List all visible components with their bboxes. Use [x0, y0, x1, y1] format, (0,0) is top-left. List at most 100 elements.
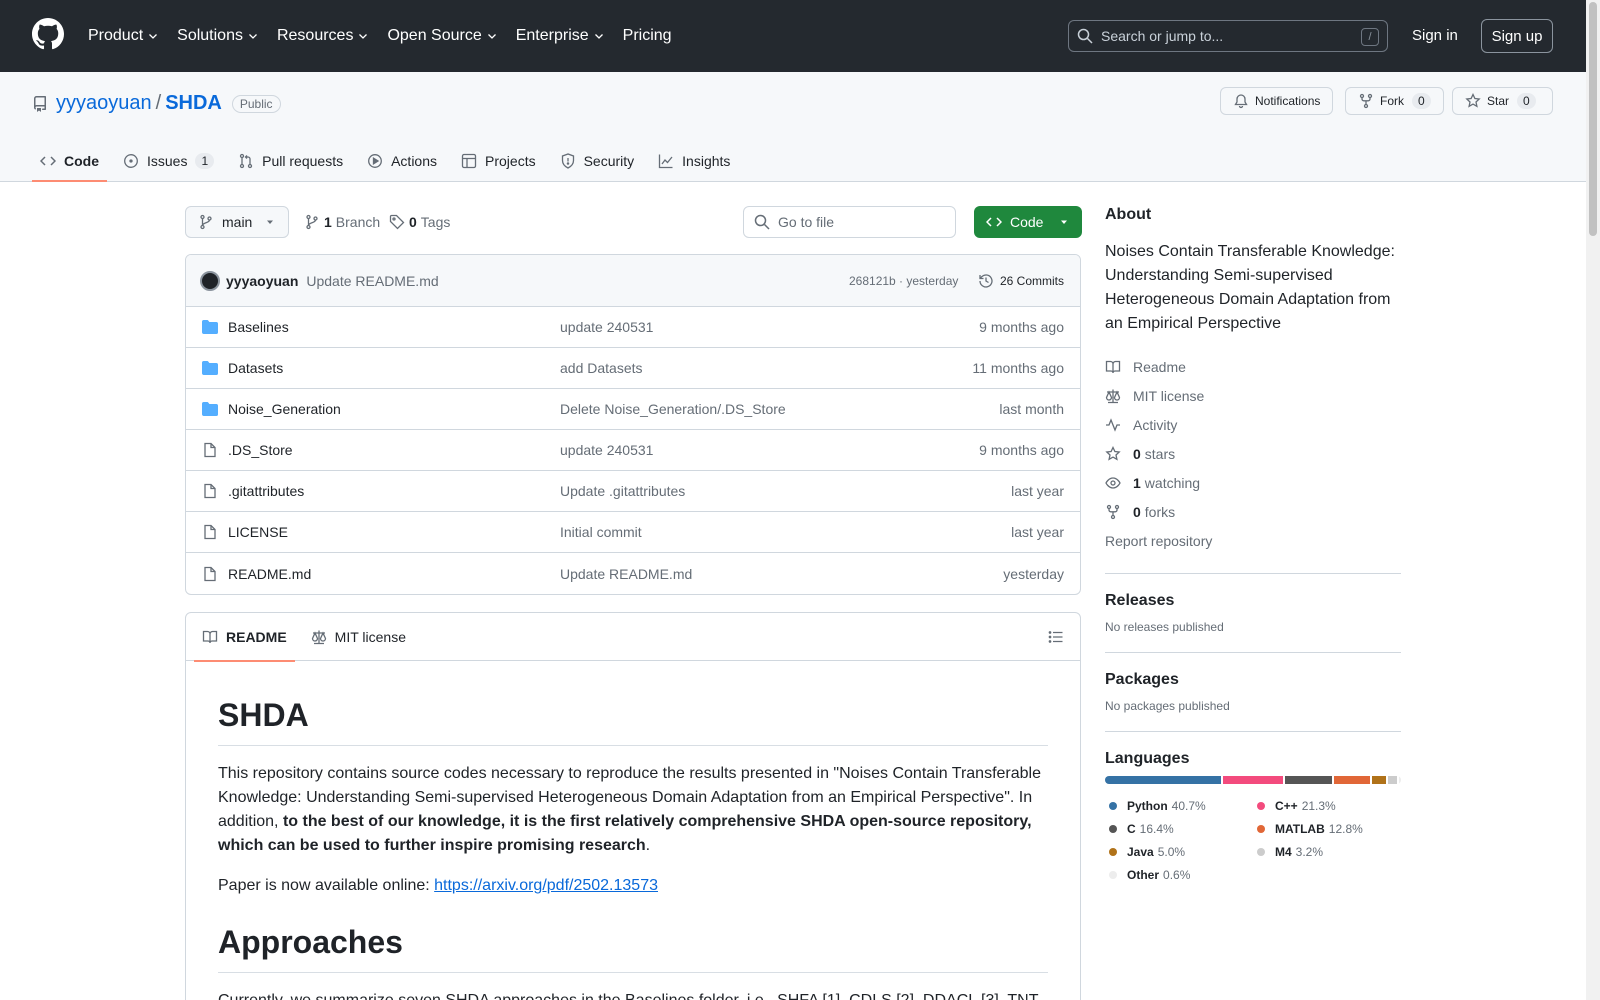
tags-link[interactable]: 0 Tags	[389, 206, 450, 238]
list-icon[interactable]	[1048, 629, 1064, 645]
packages-heading[interactable]: Packages	[1105, 671, 1401, 689]
branch-icon	[306, 214, 318, 230]
readme-link[interactable]: Readme	[1105, 352, 1401, 381]
tab-pull-requests[interactable]: Pull requests	[230, 140, 351, 182]
github-logo-icon[interactable]	[32, 18, 64, 50]
eye-icon	[1105, 476, 1121, 489]
issues-count: 1	[195, 153, 215, 169]
sign-in-link[interactable]: Sign in	[1412, 27, 1458, 44]
nav-open-source[interactable]: Open Source	[387, 27, 497, 45]
activity-link[interactable]: Activity	[1105, 410, 1401, 439]
commit-author-link[interactable]: yyyaoyuan	[226, 273, 298, 289]
tab-security[interactable]: Security	[552, 140, 643, 182]
file-name-link[interactable]: .DS_Store	[228, 442, 293, 458]
branch-selector[interactable]: main	[185, 206, 289, 238]
code-button-label: Code	[1010, 214, 1044, 230]
file-name-link[interactable]: LICENSE	[228, 524, 288, 540]
tab-license[interactable]: MIT license	[303, 613, 414, 661]
file-commit-message-link[interactable]: update 240531	[560, 442, 653, 458]
nav-product[interactable]: Product	[88, 27, 159, 45]
fork-button[interactable]: Fork 0	[1345, 87, 1444, 115]
file-commit-message-link[interactable]: Initial commit	[560, 524, 642, 540]
issue-icon	[124, 154, 138, 168]
nav-pricing[interactable]: Pricing	[623, 27, 672, 45]
report-repository-link[interactable]: Report repository	[1105, 526, 1401, 555]
tab-issues[interactable]: Issues 1	[115, 140, 222, 182]
file-row[interactable]: Noise_Generation Delete Noise_Generation/…	[186, 389, 1080, 430]
releases-heading[interactable]: Releases	[1105, 592, 1401, 610]
file-name-link[interactable]: README.md	[228, 566, 311, 582]
file-name-link[interactable]: Datasets	[228, 360, 283, 376]
scrollbar-thumb[interactable]	[1589, 2, 1597, 236]
file-name-link[interactable]: .gitattributes	[228, 483, 304, 499]
file-list: yyyaoyuan Update README.md 268121b · yes…	[185, 254, 1081, 595]
nav-resources[interactable]: Resources	[277, 27, 369, 45]
go-to-file-input[interactable]: Go to file	[743, 206, 956, 238]
language-item[interactable]: Other 0.6%	[1105, 863, 1235, 886]
file-commit-message-link[interactable]: update 240531	[560, 319, 653, 335]
stars-link[interactable]: 0 stars	[1105, 439, 1401, 468]
file-name-link[interactable]: Baselines	[228, 319, 289, 335]
paper-link[interactable]: https://arxiv.org/pdf/2502.13573	[434, 877, 658, 894]
readme-paper-line: Paper is now available online: https://a…	[218, 874, 1048, 898]
file-commit-message-link[interactable]: Update .gitattributes	[560, 483, 685, 499]
language-item[interactable]: M4 3.2%	[1253, 840, 1383, 863]
main-nav: Product Solutions Resources Open Source …	[88, 0, 690, 72]
visibility-badge: Public	[231, 94, 281, 113]
file-commit-message-link[interactable]: add Datasets	[560, 360, 643, 376]
global-header: Product Solutions Resources Open Source …	[0, 0, 1600, 72]
tab-insights[interactable]: Insights	[650, 140, 738, 182]
language-item[interactable]: Python 40.7%	[1105, 794, 1235, 817]
avatar[interactable]	[200, 270, 220, 291]
language-bar-segment	[1388, 776, 1398, 784]
branch-name: main	[222, 214, 253, 230]
language-item[interactable]: MATLAB 12.8%	[1253, 817, 1383, 840]
go-to-file-placeholder: Go to file	[778, 214, 835, 230]
fork-icon	[1106, 504, 1120, 519]
license-link[interactable]: MIT license	[1105, 381, 1401, 410]
language-item[interactable]: C++ 21.3%	[1253, 794, 1383, 817]
commit-message-link[interactable]: Update README.md	[306, 273, 438, 289]
notifications-button[interactable]: Notifications	[1220, 87, 1334, 115]
forks-link[interactable]: 0 forks	[1105, 497, 1401, 526]
readme-panel: README MIT license SHDA This repository …	[185, 612, 1081, 1000]
tab-readme[interactable]: README	[194, 613, 295, 662]
file-row[interactable]: .DS_Store update 240531 9 months ago	[186, 430, 1080, 471]
file-row[interactable]: Datasets add Datasets 11 months ago	[186, 348, 1080, 389]
star-button[interactable]: Star 0	[1452, 87, 1553, 115]
file-row[interactable]: LICENSE Initial commit last year	[186, 512, 1080, 553]
graph-icon	[659, 154, 673, 169]
tab-projects[interactable]: Projects	[453, 140, 544, 182]
tab-code[interactable]: Code	[32, 140, 107, 182]
tab-actions[interactable]: Actions	[359, 140, 445, 182]
tab-label: README	[226, 628, 287, 645]
latest-commit-row: yyyaoyuan Update README.md 268121b · yes…	[186, 255, 1080, 307]
commits-link[interactable]: 26 Commits	[978, 273, 1064, 289]
code-dropdown-button[interactable]: Code	[974, 206, 1082, 238]
page-scrollbar[interactable]	[1586, 0, 1600, 1000]
file-commit-date: 9 months ago	[979, 319, 1064, 335]
file-row[interactable]: README.md Update README.md yesterday	[186, 553, 1080, 594]
search-input[interactable]: Search or jump to... /	[1068, 20, 1388, 52]
file-name-link[interactable]: Noise_Generation	[228, 401, 341, 417]
nav-enterprise[interactable]: Enterprise	[516, 27, 605, 45]
intro-end: .	[645, 837, 651, 854]
nav-solutions[interactable]: Solutions	[177, 27, 259, 45]
commit-sha-time[interactable]: 268121b · yesterday	[849, 274, 958, 288]
repo-owner-link[interactable]: yyyaoyuan	[56, 92, 152, 115]
file-commit-message-link[interactable]: Delete Noise_Generation/.DS_Store	[560, 401, 786, 417]
language-item[interactable]: C 16.4%	[1105, 817, 1235, 840]
watching-count: 1	[1133, 474, 1141, 491]
repo-sidebar: About Noises Contain Transferable Knowle…	[1105, 206, 1401, 886]
tag-count: 0	[409, 214, 417, 230]
file-row[interactable]: .gitattributes Update .gitattributes last …	[186, 471, 1080, 512]
pulse-icon	[1106, 417, 1120, 432]
sign-up-button[interactable]: Sign up	[1481, 19, 1553, 53]
file-commit-message-link[interactable]: Update README.md	[560, 566, 692, 582]
file-row[interactable]: Baselines update 240531 9 months ago	[186, 307, 1080, 348]
star-label: Star	[1487, 94, 1510, 108]
watchers-link[interactable]: 1 watching	[1105, 468, 1401, 497]
repo-name-link[interactable]: SHDA	[165, 92, 222, 115]
language-item[interactable]: Java 5.0%	[1105, 840, 1235, 863]
branches-link[interactable]: 1 Branch	[304, 206, 380, 238]
